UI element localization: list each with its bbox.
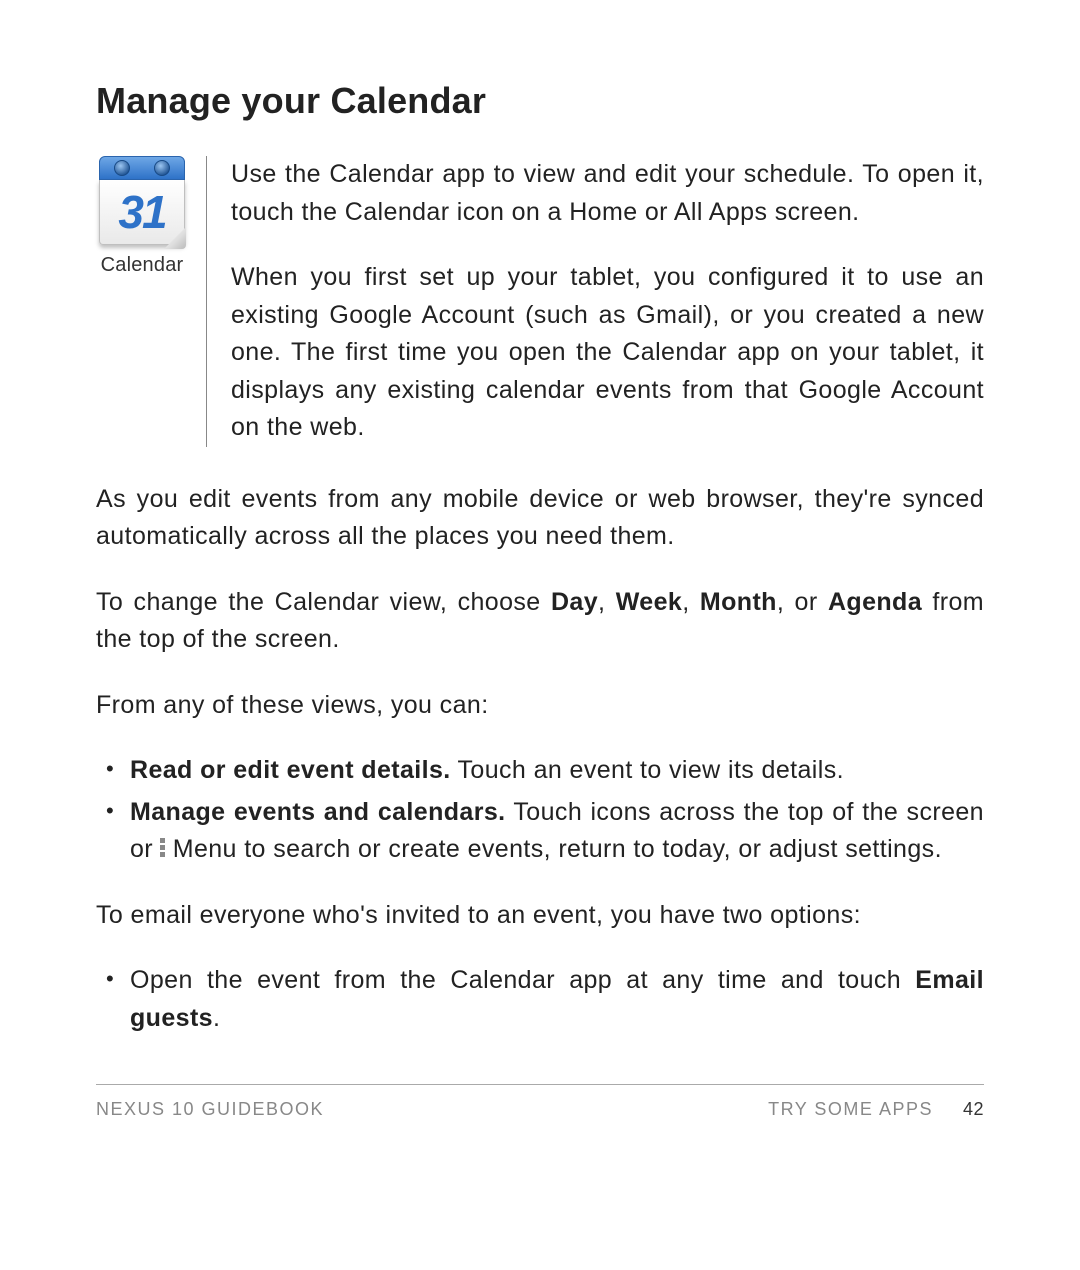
page-title: Manage your Calendar xyxy=(96,80,984,122)
list-item: Manage events and calendars. Touch icons… xyxy=(130,794,984,869)
footer-book-title: NEXUS 10 GUIDEBOOK xyxy=(96,1099,324,1120)
body-paragraph-6: To email everyone who's invited to an ev… xyxy=(96,897,984,935)
page-footer: NEXUS 10 GUIDEBOOK TRY SOME APPS 42 xyxy=(96,1084,984,1120)
intro-paragraph-2: When you first set up your tablet, you c… xyxy=(231,259,984,447)
body-section: As you edit events from any mobile devic… xyxy=(96,481,984,1038)
body-paragraph-4: To change the Calendar view, choose Day,… xyxy=(96,584,984,659)
document-page: Manage your Calendar 31 Calendar Use the… xyxy=(0,0,1080,1270)
footer-rule xyxy=(96,1084,984,1085)
list-item: Read or edit event details. Touch an eve… xyxy=(130,752,984,790)
intro-text: Use the Calendar app to view and edit yo… xyxy=(206,156,984,447)
footer-page-number: 42 xyxy=(963,1099,984,1120)
calendar-icon: 31 xyxy=(99,156,185,248)
email-options-list: Open the event from the Calendar app at … xyxy=(96,962,984,1037)
icon-column: 31 Calendar xyxy=(96,156,206,277)
actions-list: Read or edit event details. Touch an eve… xyxy=(96,752,984,869)
body-paragraph-5: From any of these views, you can: xyxy=(96,687,984,725)
body-paragraph-3: As you edit events from any mobile devic… xyxy=(96,481,984,556)
list-item: Open the event from the Calendar app at … xyxy=(130,962,984,1037)
calendar-day-number: 31 xyxy=(118,189,165,235)
intro-section: 31 Calendar Use the Calendar app to view… xyxy=(96,156,984,447)
calendar-icon-label: Calendar xyxy=(96,254,188,277)
intro-paragraph-1: Use the Calendar app to view and edit yo… xyxy=(231,156,984,231)
footer-section-name: TRY SOME APPS xyxy=(768,1099,933,1120)
